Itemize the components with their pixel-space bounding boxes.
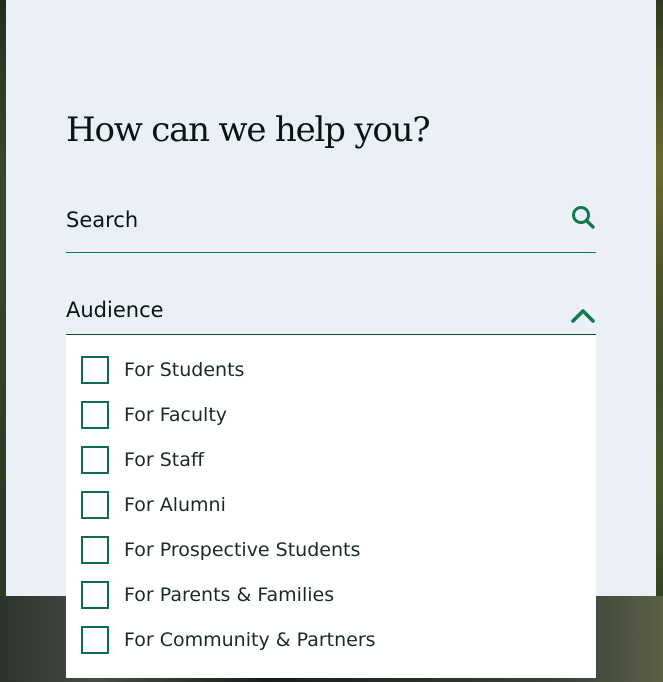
audience-option-staff[interactable]: For Staff (81, 445, 581, 475)
audience-option-students[interactable]: For Students (81, 355, 581, 385)
chevron-up-icon (570, 306, 596, 324)
audience-dropdown-toggle[interactable]: Audience (66, 292, 596, 335)
audience-option-faculty[interactable]: For Faculty (81, 400, 581, 430)
audience-option-prospective-students[interactable]: For Prospective Students (81, 535, 581, 565)
audience-option-parents-families[interactable]: For Parents & Families (81, 580, 581, 610)
option-label: For Prospective Students (124, 539, 361, 561)
audience-label: Audience (66, 298, 164, 322)
audience-option-alumni[interactable]: For Alumni (81, 490, 581, 520)
search-input[interactable] (66, 200, 556, 240)
checkbox-empty-icon[interactable] (81, 581, 109, 609)
checkbox-empty-icon[interactable] (81, 401, 109, 429)
checkbox-empty-icon[interactable] (81, 536, 109, 564)
option-label: For Staff (124, 449, 204, 471)
checkbox-empty-icon[interactable] (81, 491, 109, 519)
option-label: For Faculty (124, 404, 228, 426)
option-label: For Alumni (124, 494, 226, 516)
audience-options-panel: For Students For Faculty For Staff For A… (66, 335, 596, 678)
option-label: For Students (124, 359, 245, 381)
search-field (66, 196, 596, 253)
audience-option-community-partners[interactable]: For Community & Partners (81, 625, 581, 655)
checkbox-empty-icon[interactable] (81, 446, 109, 474)
option-label: For Parents & Families (124, 584, 335, 606)
page-title: How can we help you? (66, 110, 431, 150)
option-label: For Community & Partners (124, 629, 376, 651)
search-icon[interactable] (570, 204, 596, 230)
checkbox-empty-icon[interactable] (81, 356, 109, 384)
checkbox-empty-icon[interactable] (81, 626, 109, 654)
